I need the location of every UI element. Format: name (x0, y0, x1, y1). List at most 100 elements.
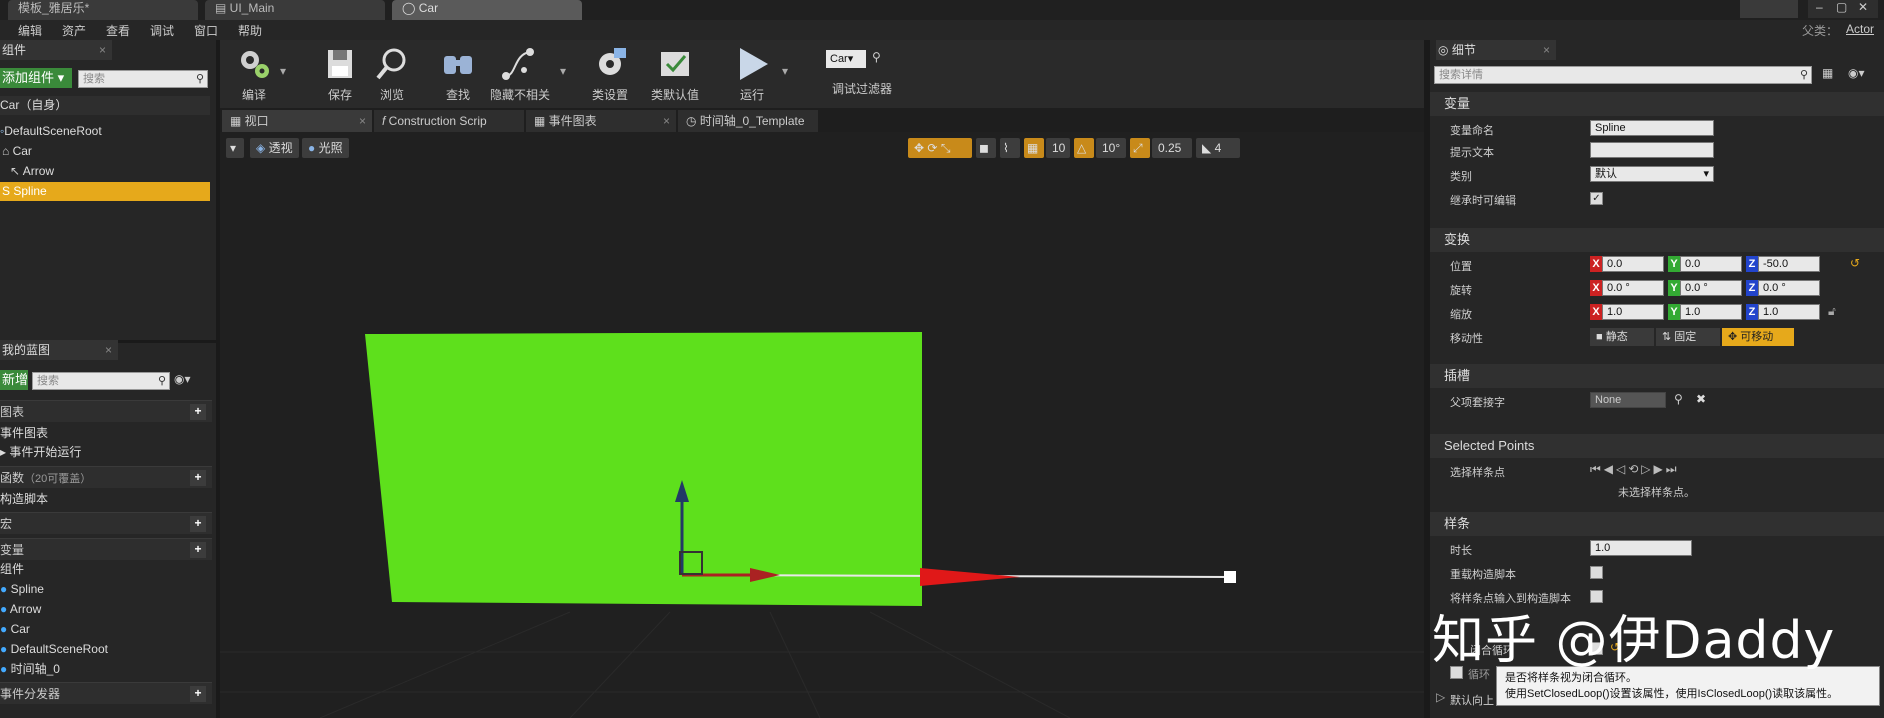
debug-object-select[interactable]: Car▾ (826, 50, 866, 68)
clear-icon[interactable]: ✖ (1696, 392, 1706, 406)
override-checkbox[interactable] (1590, 566, 1603, 579)
surface-snap-button[interactable]: ⌇ (1000, 138, 1020, 158)
components-tab[interactable]: 组件 × (0, 40, 112, 60)
scale-icon[interactable]: ⤡ (941, 141, 951, 155)
functions-section[interactable]: 函数（20可覆盖） + (0, 466, 212, 488)
mobility-movable-button[interactable]: ✥ 可移动 (1722, 328, 1794, 346)
perspective-button[interactable]: ◈ 透视 (250, 138, 299, 158)
parent-socket-field[interactable]: None (1590, 392, 1666, 408)
window-controls[interactable] (1740, 0, 1798, 18)
add-macro-button[interactable]: + (190, 516, 206, 532)
play-button[interactable]: 运行 (722, 44, 782, 103)
function-item-construction[interactable]: 构造脚本 (0, 490, 210, 509)
variable-group-components[interactable]: 组件 (0, 560, 210, 579)
viewport-options-button[interactable]: ▾ (226, 138, 244, 158)
close-icon[interactable]: × (1543, 40, 1550, 60)
menu-view[interactable]: 查看 (106, 22, 130, 39)
lit-button[interactable]: ● 光照 (302, 138, 349, 158)
add-component-button[interactable]: 添加组件 ▾ (0, 68, 72, 88)
parent-class-link[interactable]: Actor (1846, 22, 1874, 36)
reset-icon[interactable]: ↺ (1850, 256, 1860, 270)
add-dispatcher-button[interactable]: + (190, 686, 206, 702)
variable-item-arrow[interactable]: ● Arrow (0, 600, 210, 619)
variable-item-timeline[interactable]: ● 时间轴_0 (0, 660, 210, 679)
hide-options-chevron-icon[interactable]: ▾ (560, 64, 566, 78)
component-search-input[interactable]: 搜索 ⚲ (78, 70, 208, 88)
spline-section[interactable]: 样条 (1430, 512, 1884, 536)
mobility-stationary-button[interactable]: ⇅ 固定 (1656, 328, 1720, 346)
world-local-button[interactable]: ◼ (976, 138, 996, 158)
editable-checkbox[interactable]: ✓ (1590, 192, 1603, 205)
transform-mode-group[interactable]: ✥ ⟳ ⤡ (908, 138, 972, 158)
self-row[interactable]: Car（自身） (0, 96, 210, 115)
mobility-static-button[interactable]: ■ 静态 (1590, 328, 1654, 346)
macros-section[interactable]: 宏 + (0, 512, 212, 534)
window-buttons[interactable]: – ▢ ✕ (1808, 0, 1878, 18)
rotation-snap-value[interactable]: 10° (1096, 138, 1126, 158)
blueprint-add-button[interactable]: 新增 (0, 370, 28, 390)
debug-search-icon[interactable]: ⚲ (872, 50, 881, 64)
property-matrix-icon[interactable]: ▦ (1822, 66, 1833, 80)
rotation-z-field[interactable]: 0.0 ° (1758, 280, 1820, 296)
rotation-snap-toggle[interactable]: △ (1074, 138, 1094, 158)
scale-y-field[interactable]: 1.0 (1680, 304, 1742, 320)
details-tab[interactable]: ◎ 细节 × (1436, 40, 1556, 60)
move-icon[interactable]: ✥ (914, 141, 924, 155)
variables-section[interactable]: 变量 + (0, 538, 212, 560)
grid-snap-value[interactable]: 10 (1046, 138, 1070, 158)
add-function-button[interactable]: + (190, 470, 206, 486)
menu-debug[interactable]: 调试 (150, 22, 174, 39)
tab-viewport[interactable]: ▦ 视口 × (222, 110, 372, 132)
eye-icon[interactable]: ◉▾ (174, 372, 191, 386)
maximize-icon[interactable]: ▢ (1836, 0, 1847, 14)
save-button[interactable]: 保存 (310, 44, 370, 103)
var-name-field[interactable]: Spline (1590, 120, 1714, 136)
lock-icon[interactable]: 🔓︎ (1828, 304, 1836, 319)
dispatchers-section[interactable]: 事件分发器 + (0, 682, 212, 704)
sockets-section[interactable]: 插槽 (1430, 364, 1884, 388)
location-x-field[interactable]: 0.0 (1602, 256, 1664, 272)
tree-item-car[interactable]: ⌂ Car (0, 142, 210, 161)
tab-timeline[interactable]: ◷ 时间轴_0_Template (678, 110, 818, 132)
tree-item-arrow[interactable]: ↖ Arrow (0, 162, 210, 181)
menu-edit[interactable]: 编辑 (18, 22, 42, 39)
blueprint-search-input[interactable]: 搜索 ⚲ (32, 372, 170, 390)
compile-options-chevron-icon[interactable]: ▾ (280, 64, 286, 78)
variable-section[interactable]: 变量 (1430, 92, 1884, 116)
menu-asset[interactable]: 资产 (62, 22, 86, 39)
class-settings-button[interactable]: 类设置 (580, 44, 640, 103)
add-variable-button[interactable]: + (190, 542, 206, 558)
transform-section[interactable]: 变换 (1430, 228, 1884, 252)
tab-event-graph[interactable]: ▦ 事件图表 × (526, 110, 676, 132)
selected-points-section[interactable]: Selected Points (1430, 434, 1884, 458)
scale-x-field[interactable]: 1.0 (1602, 304, 1664, 320)
title-tab-car[interactable]: ◯ Car (392, 0, 582, 20)
duration-field[interactable]: 1.0 (1590, 540, 1692, 556)
close-icon[interactable]: × (663, 110, 670, 132)
play-options-chevron-icon[interactable]: ▾ (782, 64, 788, 78)
rotation-x-field[interactable]: 0.0 ° (1602, 280, 1664, 296)
location-y-field[interactable]: 0.0 (1680, 256, 1742, 272)
category-select[interactable]: 默认 ▾ (1590, 166, 1714, 182)
grid-snap-toggle[interactable]: ▦ (1024, 138, 1044, 158)
graph-item-begin-play[interactable]: ▸ 事件开始运行 (0, 443, 210, 462)
close-icon[interactable]: ✕ (1858, 0, 1868, 14)
title-tab-template[interactable]: 模板_雅居乐* (8, 0, 198, 20)
find-button[interactable]: 查找 (428, 44, 488, 103)
rotate-icon[interactable]: ⟳ (927, 141, 937, 155)
rotation-y-field[interactable]: 0.0 ° (1680, 280, 1742, 296)
variable-item-car[interactable]: ● Car (0, 620, 210, 639)
expand-arrow-icon[interactable]: ▷ (1436, 690, 1445, 704)
menu-window[interactable]: 窗口 (194, 22, 218, 39)
close-icon[interactable]: × (359, 110, 366, 132)
browse-button[interactable]: 浏览 (362, 44, 422, 103)
search-icon[interactable]: ⚲ (1674, 392, 1683, 406)
tree-item-defaultsceneroot[interactable]: ◦DefaultSceneRoot (0, 122, 210, 141)
close-icon[interactable]: × (99, 40, 106, 60)
tab-construction-script[interactable]: f Construction Scrip (374, 110, 524, 132)
variable-item-defaultsceneroot[interactable]: ● DefaultSceneRoot (0, 640, 210, 659)
graphs-section[interactable]: 图表 + (0, 400, 212, 422)
close-icon[interactable]: × (105, 340, 112, 360)
graph-item-event-graph[interactable]: 事件图表 (0, 424, 210, 443)
scale-z-field[interactable]: 1.0 (1758, 304, 1820, 320)
